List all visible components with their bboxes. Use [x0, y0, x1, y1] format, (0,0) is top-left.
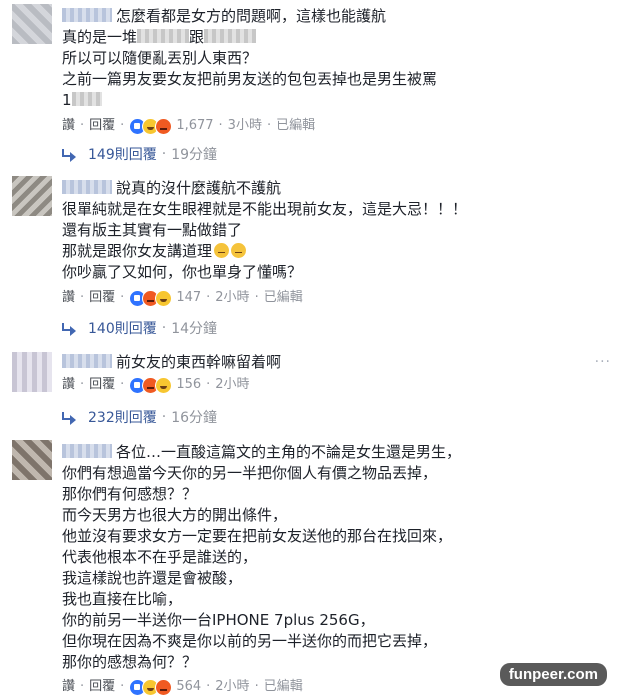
- view-replies-link[interactable]: 140則回覆 · 14分鐘: [62, 318, 217, 338]
- comment-text-line: 各位…一直酸這篇文的主角的不論是女生還是男生，: [62, 442, 605, 463]
- redacted-text: [137, 29, 190, 43]
- reaction-count[interactable]: 1,677: [176, 117, 213, 135]
- replies-time: 14分鐘: [171, 321, 218, 337]
- reaction-count[interactable]: 156: [176, 376, 201, 394]
- avatar[interactable]: [12, 176, 52, 216]
- comment-text-line: 代表他根本不在乎是誰送的，: [62, 548, 258, 566]
- comment-text-line: 還有版主其實有一點做錯了: [62, 221, 243, 239]
- avatar[interactable]: [12, 4, 52, 44]
- comment-text-line: 你們有想過當今天你的另一半把你個人有價之物品丟掉，: [62, 464, 438, 482]
- comment-text-line: 很單純就是在女生眼裡就是不能出現前女友，這是大忌！！！: [62, 200, 468, 218]
- comment-text-line: 之前一篇男友要女友把前男友送的包包丟掉也是男生被罵: [62, 70, 438, 88]
- reactions[interactable]: [129, 289, 173, 307]
- comment-time[interactable]: 2小時: [215, 289, 249, 307]
- reactions[interactable]: [129, 117, 173, 135]
- avatar[interactable]: [12, 440, 52, 480]
- comment-text-line: 1: [62, 90, 605, 111]
- unamused-emoji-icon: [231, 243, 247, 258]
- edited-label[interactable]: 已編輯: [264, 678, 303, 696]
- comment-options-icon[interactable]: ···: [595, 354, 611, 370]
- angry-reaction-icon: [155, 678, 173, 696]
- like-link[interactable]: 讚: [62, 289, 75, 307]
- reaction-count[interactable]: 147: [176, 289, 201, 307]
- reply-link[interactable]: 回覆: [89, 117, 115, 135]
- comment-text-line: 我這樣說也許還是會被酸，: [62, 569, 243, 587]
- view-replies-link[interactable]: 149則回覆 · 19分鐘: [62, 144, 217, 164]
- comment-time[interactable]: 2小時: [215, 678, 249, 696]
- comment-text-line: 你的前另一半送你一台IPHONE 7plus 256G，: [62, 611, 375, 629]
- haha-reaction-icon: [155, 289, 173, 307]
- comment-text-line: 那就是跟你女友講道理: [62, 241, 605, 262]
- reactions[interactable]: [129, 376, 173, 394]
- reply-link[interactable]: 回覆: [89, 289, 115, 307]
- reactions[interactable]: [129, 678, 173, 696]
- unamused-emoji-icon: [214, 243, 230, 258]
- redacted-text: [71, 92, 102, 106]
- reply-arrow-icon: [62, 149, 76, 162]
- comment-text-line: 怎麼看都是女方的問題啊，這樣也能護航: [62, 6, 605, 27]
- replies-time: 19分鐘: [171, 147, 218, 163]
- commenter-name[interactable]: [62, 444, 112, 458]
- comment-text-line: 他並沒有要求女方一定要在把前女友送他的那台在找回來，: [62, 527, 453, 545]
- comment-text-line: 但你現在因為不爽是你以前的另一半送你的而把它丟掉，: [62, 632, 438, 650]
- comment-text-line: 前女友的東西幹嘛留着啊: [62, 352, 605, 373]
- comment-text-line: 說真的沒什麼護航不護航: [62, 178, 605, 199]
- commenter-name[interactable]: [62, 354, 112, 368]
- commenter-name[interactable]: [62, 8, 112, 22]
- like-link[interactable]: 讚: [62, 117, 75, 135]
- like-link[interactable]: 讚: [62, 376, 75, 394]
- comment-text-line: 那你們有何感想？？: [62, 485, 198, 503]
- like-link[interactable]: 讚: [62, 678, 75, 696]
- reaction-count[interactable]: 564: [176, 678, 201, 696]
- avatar[interactable]: [12, 352, 52, 392]
- comment-text-line: 而今天男方也很大方的開出條件，: [62, 506, 288, 524]
- reply-arrow-icon: [62, 412, 76, 425]
- comment-text-line: 你吵贏了又如何，你也單身了懂嗎？: [62, 263, 303, 281]
- view-replies-link[interactable]: 232則回覆 · 16分鐘: [62, 407, 217, 427]
- reply-link[interactable]: 回覆: [89, 376, 115, 394]
- comment-time[interactable]: 3小時: [228, 117, 262, 135]
- edited-label[interactable]: 已編輯: [276, 117, 315, 135]
- edited-label[interactable]: 已編輯: [264, 289, 303, 307]
- watermark-logo: funpeer.com: [499, 663, 607, 686]
- redacted-text: [204, 29, 257, 43]
- comment-text-line: 所以可以隨便亂丟別人東西？: [62, 49, 258, 67]
- comment-text-line: 我也直接在比喻，: [62, 590, 183, 608]
- reply-link[interactable]: 回覆: [89, 678, 115, 696]
- angry-reaction-icon: [155, 117, 173, 135]
- comment-time[interactable]: 2小時: [215, 376, 249, 394]
- replies-time: 16分鐘: [171, 410, 218, 426]
- haha-reaction-icon: [155, 376, 173, 394]
- comment-text-line: 真的是一堆跟: [62, 27, 605, 48]
- reply-arrow-icon: [62, 323, 76, 336]
- commenter-name[interactable]: [62, 180, 112, 194]
